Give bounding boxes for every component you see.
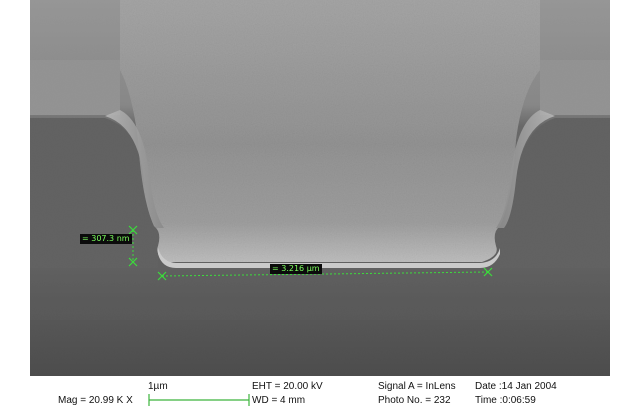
sem-viewport: = 307.3 nm = 3.216 µm: [30, 0, 610, 420]
photo-number-readout: Photo No. = 232: [378, 395, 451, 406]
sem-image: [30, 0, 610, 420]
scale-bar-label: 1µm: [148, 381, 168, 392]
image-noise: [30, 0, 610, 376]
magnification-readout: Mag = 20.99 K X: [58, 395, 133, 406]
eht-readout: EHT = 20.00 kV: [252, 381, 323, 392]
date-readout: Date :14 Jan 2004: [475, 381, 557, 392]
scale-bar: [148, 394, 250, 406]
height-measurement-label: = 307.3 nm: [80, 234, 132, 244]
time-readout: Time :0:06:59: [475, 395, 536, 406]
signal-readout: Signal A = InLens: [378, 381, 456, 392]
sem-data-bar: 1µm Mag = 20.99 K X EHT = 20.00 kV WD = …: [30, 376, 610, 420]
working-distance-readout: WD = 4 mm: [252, 395, 306, 406]
width-measurement-label: = 3.216 µm: [270, 264, 322, 274]
